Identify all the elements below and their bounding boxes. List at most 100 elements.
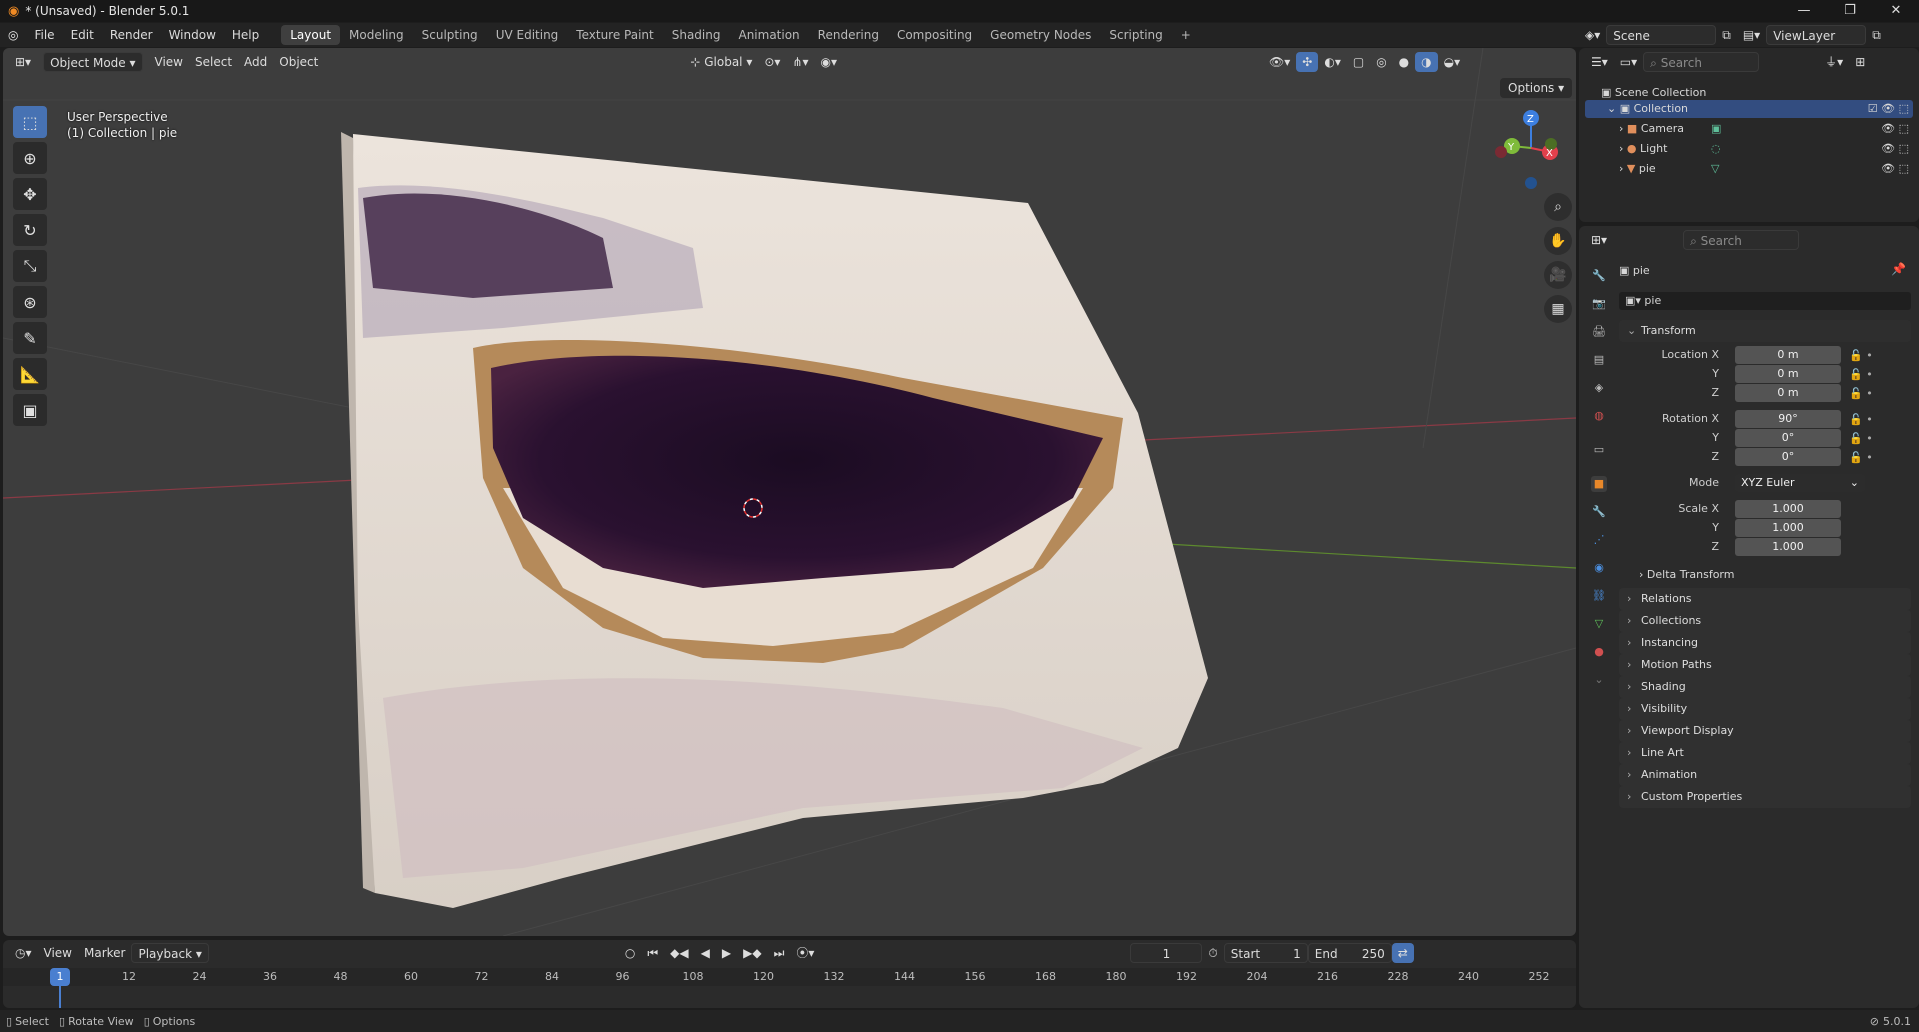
modifier-tab-icon[interactable]: 🔧 — [1591, 504, 1607, 520]
custom-properties-panel[interactable]: › Custom Properties — [1619, 786, 1911, 808]
tab-uv-editing[interactable]: UV Editing — [487, 25, 568, 45]
timeline-sync-icon[interactable]: ⇄ — [1391, 943, 1414, 963]
menu-select[interactable]: Select — [189, 52, 238, 72]
tab-modeling[interactable]: Modeling — [340, 25, 413, 45]
object-mode-dropdown[interactable]: Object Mode ▾ — [43, 52, 143, 72]
scale-y-field[interactable]: 1.000 — [1735, 519, 1841, 537]
more-tabs-icon[interactable]: ⌄ — [1591, 672, 1607, 688]
playback-dropdown[interactable]: Playback ▾ — [131, 943, 209, 963]
timeline-menu-marker[interactable]: Marker — [78, 943, 131, 963]
shading-material-icon[interactable]: ◑ — [1415, 52, 1438, 72]
new-viewlayer-icon[interactable]: ⧉ — [1866, 25, 1887, 45]
3d-viewport[interactable]: Z X Y ⊞▾ Object Mode ▾ View Select Add O… — [3, 48, 1576, 936]
particles-tab-icon[interactable]: ⋰ — [1591, 532, 1607, 548]
menu-render[interactable]: Render — [102, 23, 161, 47]
constraints-tab-icon[interactable]: ⛓ — [1591, 588, 1607, 604]
tab-shading[interactable]: Shading — [663, 25, 730, 45]
line-art-panel[interactable]: › Line Art — [1619, 742, 1911, 764]
location-x-field[interactable]: 0 m — [1735, 346, 1841, 364]
properties-editor[interactable]: ⊞▾ ⌕ Search 🔧 📷 🖨 ▤ ◈ ◍ ▭ ■ 🔧 ⋰ ◉ ⛓ ▽ ● … — [1579, 226, 1919, 1008]
scale-tool-icon[interactable]: ⤡ — [13, 250, 47, 282]
tab-sculpting[interactable]: Sculpting — [413, 25, 487, 45]
cursor-tool-icon[interactable]: ⊕ — [13, 142, 47, 174]
scene-icon[interactable]: ◈▾ — [1579, 25, 1606, 45]
annotate-tool-icon[interactable]: ✎ — [13, 322, 47, 354]
menu-object[interactable]: Object — [273, 52, 324, 72]
move-tool-icon[interactable]: ✥ — [13, 178, 47, 210]
menu-view[interactable]: View — [149, 52, 189, 72]
render-tab-icon[interactable]: 📷 — [1591, 296, 1607, 312]
add-cube-tool-icon[interactable]: ▣ — [13, 394, 47, 426]
menu-edit[interactable]: Edit — [63, 23, 102, 47]
view-layer-tab-icon[interactable]: ▤ — [1591, 352, 1607, 368]
rotation-x-field[interactable]: 90° — [1735, 410, 1841, 428]
blender-menu-icon[interactable]: ◎ — [0, 28, 26, 42]
minimize-button[interactable]: — — [1781, 0, 1827, 22]
menu-help[interactable]: Help — [224, 23, 267, 47]
viewlayer-field[interactable]: ViewLayer — [1766, 25, 1867, 45]
world-tab-icon[interactable]: ◍ — [1591, 408, 1607, 424]
object-tab-icon[interactable]: ■ — [1591, 476, 1607, 492]
gizmo-toggle-icon[interactable]: ✣ — [1296, 52, 1319, 72]
tab-layout[interactable]: Layout — [281, 25, 341, 45]
tab-geometry-nodes[interactable]: Geometry Nodes — [981, 25, 1100, 45]
shading-rendered-icon[interactable]: ◒▾ — [1438, 52, 1467, 72]
collection-row[interactable]: ⌄ ▣ Collection ☑ 👁 ⬚ — [1585, 100, 1913, 118]
visibility-icon[interactable]: 👁▾ — [1263, 52, 1296, 72]
playhead[interactable]: 1 — [50, 968, 70, 986]
motion-paths-panel[interactable]: › Motion Paths — [1619, 654, 1911, 676]
new-scene-icon[interactable]: ⧉ — [1716, 25, 1737, 45]
camera-view-icon[interactable]: 🎥 — [1544, 261, 1572, 289]
rotation-z-field[interactable]: 0° — [1735, 448, 1841, 466]
options-button[interactable]: Options ▾ — [1500, 78, 1573, 98]
jump-start-icon[interactable]: ⏮ — [641, 943, 664, 963]
object-name-field[interactable]: ▣▾ pie — [1619, 292, 1911, 310]
frame-ruler[interactable]: 12 24 36 48 60 72 84 96 108 120 132 144 156 168 180 192… — [3, 968, 1576, 1008]
ortho-grid-icon[interactable]: ▦ — [1544, 295, 1572, 323]
outliner-search-input[interactable]: ⌕ Search — [1643, 52, 1760, 72]
visibility-panel[interactable]: › Visibility — [1619, 698, 1911, 720]
tab-compositing[interactable]: Compositing — [888, 25, 981, 45]
auto-keying-icon[interactable]: ⦿▾ — [790, 943, 820, 963]
location-y-field[interactable]: 0 m — [1735, 365, 1841, 383]
output-tab-icon[interactable]: 🖨 — [1591, 324, 1607, 340]
next-keyframe-icon[interactable]: ▶◆ — [737, 943, 767, 963]
editor-type-icon[interactable]: ⊞▾ — [9, 52, 37, 72]
play-reverse-icon[interactable]: ◀ — [695, 943, 716, 963]
maximize-button[interactable]: ❐ — [1827, 0, 1873, 22]
menu-add[interactable]: Add — [238, 52, 273, 72]
rotation-y-field[interactable]: 0° — [1735, 429, 1841, 447]
location-z-field[interactable]: 0 m — [1735, 384, 1841, 402]
new-collection-icon[interactable]: ⊞ — [1849, 52, 1871, 72]
proportional-edit-icon[interactable]: ◉▾ — [815, 52, 844, 72]
camera-row[interactable]: › ■ Camera ▣ 👁 ⬚ — [1619, 120, 1913, 138]
close-button[interactable]: ✕ — [1873, 0, 1919, 22]
tool-tab-icon[interactable]: 🔧 — [1591, 268, 1607, 284]
collections-panel[interactable]: › Collections — [1619, 610, 1911, 632]
physics-tab-icon[interactable]: ◉ — [1591, 560, 1607, 576]
pin-icon[interactable]: 📌 — [1891, 262, 1906, 276]
menu-window[interactable]: Window — [161, 23, 224, 47]
scene-tab-icon[interactable]: ◈ — [1591, 380, 1607, 396]
tab-scripting[interactable]: Scripting — [1100, 25, 1171, 45]
scale-z-field[interactable]: 1.000 — [1735, 538, 1841, 556]
collection-tab-icon[interactable]: ▭ — [1591, 442, 1607, 458]
viewport-display-panel[interactable]: › Viewport Display — [1619, 720, 1911, 742]
zoom-icon[interactable]: ⌕ — [1544, 193, 1572, 221]
transform-orientation-dropdown[interactable]: ⊹ Global ▾ — [684, 52, 758, 72]
rotation-mode-dropdown[interactable]: XYZ Euler ⌄ — [1735, 474, 1865, 492]
light-row[interactable]: › ● Light ◌ 👁 ⬚ — [1619, 140, 1913, 158]
measure-tool-icon[interactable]: 📐 — [13, 358, 47, 390]
timeline-menu-view[interactable]: View — [38, 943, 78, 963]
viewlayer-icon[interactable]: ▤▾ — [1737, 25, 1766, 45]
outliner-editor-type-icon[interactable]: ☰▾ — [1585, 52, 1614, 72]
play-icon[interactable]: ▶ — [716, 943, 737, 963]
preview-range-icon[interactable]: ⏱ — [1202, 943, 1223, 963]
prev-keyframe-icon[interactable]: ◆◀ — [664, 943, 694, 963]
end-frame-field[interactable]: End 250 — [1307, 943, 1392, 963]
current-frame-field[interactable]: 1 — [1130, 943, 1203, 963]
shading-solid-icon[interactable]: ● — [1393, 52, 1415, 72]
transform-panel-header[interactable]: ⌄ Transform — [1619, 320, 1911, 342]
pie-row[interactable]: › ▼ pie ▽ 👁 ⬚ — [1619, 160, 1913, 178]
snap-icon[interactable]: ⋔▾ — [786, 52, 814, 72]
